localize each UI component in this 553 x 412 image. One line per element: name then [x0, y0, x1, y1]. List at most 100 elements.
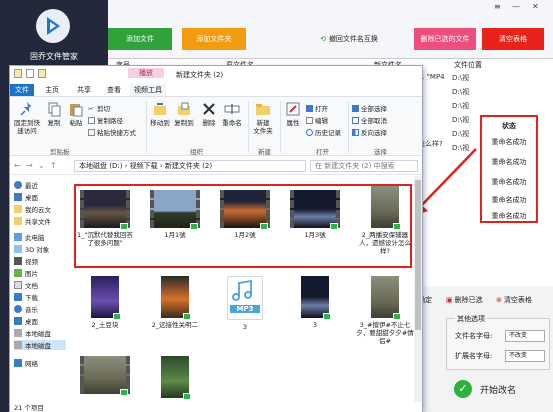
vertical-scrollbar[interactable] [414, 176, 422, 402]
delete-icon: ▣ [446, 296, 453, 304]
nav-item-shared[interactable]: 共享文件 [14, 216, 51, 226]
clear-table-bottom-button[interactable]: ⊗ 清空表格 [496, 294, 532, 306]
delete-button[interactable]: 删除 [198, 101, 220, 127]
paste-shortcut-label: 粘贴快捷方式 [97, 129, 136, 137]
file-item[interactable]: 2_两播安保辅器人，遗憾设计怎么样? [356, 186, 414, 255]
invert-selection-button[interactable]: 反向选择 [352, 127, 387, 137]
file-name-label: 3 [242, 323, 248, 331]
select-all-button[interactable]: 全部选择 [352, 103, 387, 113]
file-item[interactable]: 1月1號 [146, 190, 204, 239]
nav-item-music[interactable]: 音乐 [14, 304, 38, 314]
folder-icon[interactable] [38, 69, 46, 78]
close-button[interactable]: ✕ [532, 2, 539, 11]
nav-label: 共享文件 [25, 218, 51, 226]
media-player-badge-icon [183, 313, 191, 320]
file-item[interactable]: 3_#擅伊#不止七夕，要甜甜夕夕#情侣# [356, 276, 414, 345]
nav-item-network[interactable]: 网络 [14, 358, 38, 368]
up-arrow-icon[interactable]: ↑ [50, 161, 57, 170]
rename-button[interactable]: 重命名 [220, 101, 244, 127]
restore-names-label: 撤回文件名互换 [328, 35, 378, 43]
copy-button[interactable]: 复制 [44, 101, 64, 127]
file-item[interactable]: 1月2號 [216, 190, 274, 239]
menu-icon[interactable]: ≡ [494, 2, 501, 11]
minimize-button[interactable]: — [512, 2, 520, 11]
navigation-pane: 最近 桌面 我的云文 共享文件 此电脑 3D 对象 视频 图片 文档 下载 音乐… [10, 176, 66, 406]
ext-case-label: 扩展名字母: [455, 352, 493, 360]
pin-button[interactable]: 固定到快 速访问 [12, 101, 42, 135]
ribbon-tabs: 文件 主页 共享 查看 视频工具 [10, 84, 422, 96]
properties-button[interactable]: 属性 [282, 101, 304, 127]
delete-selected-bottom-button[interactable]: ▣ 删除已选 [446, 294, 483, 306]
add-file-button[interactable]: 添加文件 [108, 28, 172, 50]
history-button[interactable]: 历史记录 [306, 127, 341, 137]
back-arrow-icon[interactable]: ← [14, 161, 21, 170]
play-context-tab[interactable]: 播放 [128, 68, 164, 78]
delete-selected-button[interactable]: 删除已选的文件 [414, 28, 476, 50]
scrollbar-thumb[interactable] [415, 180, 421, 330]
media-player-badge-icon [393, 223, 401, 230]
tab-file[interactable]: 文件 [10, 84, 34, 96]
start-rename-button[interactable]: ✓ 开始改名 [446, 374, 550, 404]
nav-item-3d[interactable]: 3D 对象 [14, 244, 49, 254]
file-item[interactable]: 3 [286, 276, 344, 329]
nav-item-desktop-2[interactable]: 桌面 [14, 316, 38, 326]
video-thumbnail [290, 190, 340, 230]
computer-icon [14, 233, 22, 241]
search-input[interactable]: 在 新建文件夹 (2) 中搜索 [310, 160, 418, 172]
col-header-status[interactable]: 状态 [482, 121, 536, 131]
nav-item-pictures[interactable]: 图片 [14, 268, 38, 278]
network-icon [14, 359, 22, 367]
forward-arrow-icon[interactable]: → [26, 161, 33, 170]
nav-item-documents[interactable]: 文档 [14, 280, 38, 290]
media-player-badge-icon [260, 223, 268, 230]
file-item[interactable] [146, 356, 204, 401]
move-to-button[interactable]: 移动到 [148, 101, 172, 127]
tab-video-tools[interactable]: 视频工具 [130, 84, 166, 96]
file-item[interactable]: 2_土豆块 [76, 276, 134, 329]
folder-icon[interactable] [14, 69, 22, 78]
nav-item-this-pc[interactable]: 此电脑 [14, 232, 45, 242]
col-header-loc[interactable]: 文件位置 [454, 59, 482, 71]
new-folder-button[interactable]: 新建 文件夹 [250, 101, 276, 135]
copy-path-button[interactable]: 复制路径 [88, 115, 123, 125]
delete-x-icon [203, 103, 215, 115]
file-item[interactable]: 2_远接性关明二 [146, 276, 204, 329]
ext-case-select[interactable]: 不改变 [505, 350, 545, 362]
tab-home[interactable]: 主页 [40, 84, 64, 96]
file-item[interactable] [76, 356, 134, 397]
nav-item-recent[interactable]: 最近 [14, 180, 38, 190]
file-item[interactable]: 1_"沉默代替我回答了很多问题" [76, 190, 134, 247]
edit-label: 编辑 [315, 117, 328, 125]
add-folder-button[interactable]: 添加文件夹 [182, 28, 246, 50]
paste-button[interactable]: 粘贴 [66, 101, 86, 127]
tab-share[interactable]: 共享 [72, 84, 96, 96]
folder-icon [14, 217, 22, 225]
chevron-down-icon[interactable]: ⌄ [38, 161, 45, 170]
clear-table-button[interactable]: 清空表格 [482, 28, 544, 50]
drive-icon [14, 329, 22, 337]
nav-item-drive-c[interactable]: 本地磁盘 [14, 328, 51, 338]
cut-button[interactable]: ✂ 剪切 [88, 103, 110, 114]
checkbox-icon[interactable] [26, 69, 34, 78]
select-none-button[interactable]: 全部取消 [352, 115, 387, 125]
quick-access-toolbar [14, 69, 46, 78]
nav-item-cloud[interactable]: 我的云文 [14, 204, 51, 214]
history-label: 历史记录 [315, 129, 341, 137]
edit-button[interactable]: 编辑 [306, 115, 328, 125]
paste-shortcut-button[interactable]: 粘贴快捷方式 [88, 127, 136, 137]
open-button[interactable]: 打开 [306, 103, 328, 113]
file-item[interactable]: MP3 3 [216, 276, 274, 331]
nav-label: 桌面 [25, 194, 38, 202]
address-input[interactable]: 本地磁盘 (D:) › 视频下载 › 新建文件夹 (2) [74, 160, 306, 172]
desktop-icon [14, 317, 22, 325]
file-item[interactable]: 1月3號 [286, 190, 344, 239]
name-case-select[interactable]: 不改变 [505, 330, 545, 342]
restore-names-button[interactable]: ⟲ 撤回文件名互换 [294, 28, 404, 50]
tab-view[interactable]: 查看 [102, 84, 126, 96]
nav-item-downloads[interactable]: 下载 [14, 292, 38, 302]
nav-label: 音乐 [25, 306, 38, 314]
nav-item-desktop[interactable]: 桌面 [14, 192, 38, 202]
nav-item-videos[interactable]: 视频 [14, 256, 38, 266]
nav-item-drive-d[interactable]: 本地磁盘 [14, 340, 66, 350]
copy-to-button[interactable]: 复制到 [172, 101, 196, 127]
